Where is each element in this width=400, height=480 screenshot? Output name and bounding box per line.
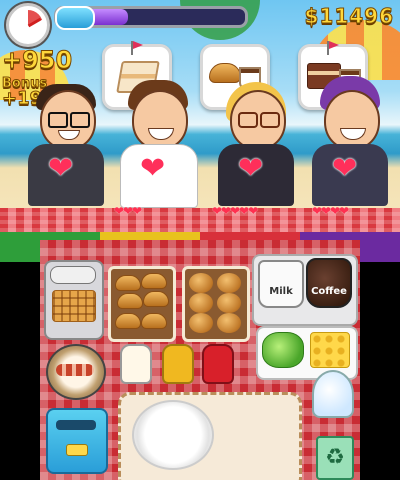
face	[132, 90, 188, 150]
cheese-icon[interactable]	[310, 332, 350, 368]
money-counter: $11496	[304, 4, 394, 29]
mayo-bottle[interactable]	[120, 344, 152, 384]
face	[324, 90, 380, 150]
bacon-icon	[56, 364, 94, 376]
toaster-slot	[56, 420, 96, 430]
lettuce-icon[interactable]	[262, 332, 304, 368]
coffee-label: Coffee	[311, 286, 347, 297]
patience-meter-1: ❤❤❤	[114, 204, 142, 218]
order-flag-icon	[131, 41, 143, 55]
progress-knob	[55, 6, 95, 30]
bagel-tray[interactable]	[182, 266, 250, 342]
kitchen-touch-screen: Milk Coffee ♻	[40, 240, 360, 480]
croissant-icon	[117, 293, 143, 309]
patience-meter-3: ❤❤❤❤	[312, 204, 349, 218]
bagel-icon	[189, 293, 213, 313]
timer-clock-icon	[6, 3, 50, 47]
milk-pitcher[interactable]: Milk	[258, 260, 304, 308]
waffle-maker-lid	[50, 266, 96, 284]
waffle-maker[interactable]	[44, 260, 104, 340]
patience-heart-icon: ❤	[140, 151, 166, 186]
patience-heart-icon: ❤	[48, 151, 74, 186]
customer-blonde-woman[interactable]: ❤	[210, 82, 302, 208]
bagel-icon	[217, 273, 241, 293]
ketchup-bottle[interactable]	[202, 344, 234, 384]
mustard-bottle[interactable]	[162, 344, 194, 384]
croissant-tray[interactable]	[108, 266, 176, 342]
combo-score: +950	[1, 46, 73, 75]
croissant-icon	[141, 313, 167, 329]
customer-pompadour-man[interactable]: ❤	[112, 80, 204, 208]
milk-label: Milk	[269, 286, 293, 297]
serving-plate[interactable]	[132, 400, 214, 470]
waffle-icon[interactable]	[52, 290, 96, 322]
bagel-icon	[189, 313, 213, 333]
frying-pan[interactable]	[46, 344, 106, 400]
patience-heart-icon: ❤	[238, 151, 264, 186]
face	[230, 90, 286, 150]
face	[40, 90, 96, 150]
patience-meter-2: ❤❤❤❤❤	[212, 204, 258, 218]
croissant-coffee-icon	[209, 63, 241, 83]
bagel-icon	[217, 313, 241, 333]
top-screen: $11496 +950 Bonus +190 ❤ ❤ ❤ ❤ ❤❤❤ ❤❤❤❤❤…	[0, 0, 400, 240]
croissant-icon	[141, 273, 167, 289]
trash-bin-icon[interactable]: ♻	[316, 436, 354, 480]
patience-heart-icon: ❤	[332, 151, 358, 186]
toaster[interactable]	[46, 408, 108, 474]
day-progress-bar	[54, 6, 248, 30]
customer-glasses-man[interactable]: ❤	[20, 84, 112, 208]
candy-jar[interactable]	[312, 370, 354, 418]
bagel-icon	[217, 293, 241, 313]
customer-purple-hair-man[interactable]: ❤	[304, 76, 396, 208]
bagel-icon	[189, 273, 213, 293]
order-flag-icon	[327, 41, 339, 55]
coffee-pot[interactable]: Coffee	[306, 258, 352, 308]
toaster-lever[interactable]	[66, 444, 88, 456]
croissant-icon	[115, 313, 141, 329]
croissant-icon	[143, 291, 169, 307]
croissant-icon	[115, 275, 141, 291]
